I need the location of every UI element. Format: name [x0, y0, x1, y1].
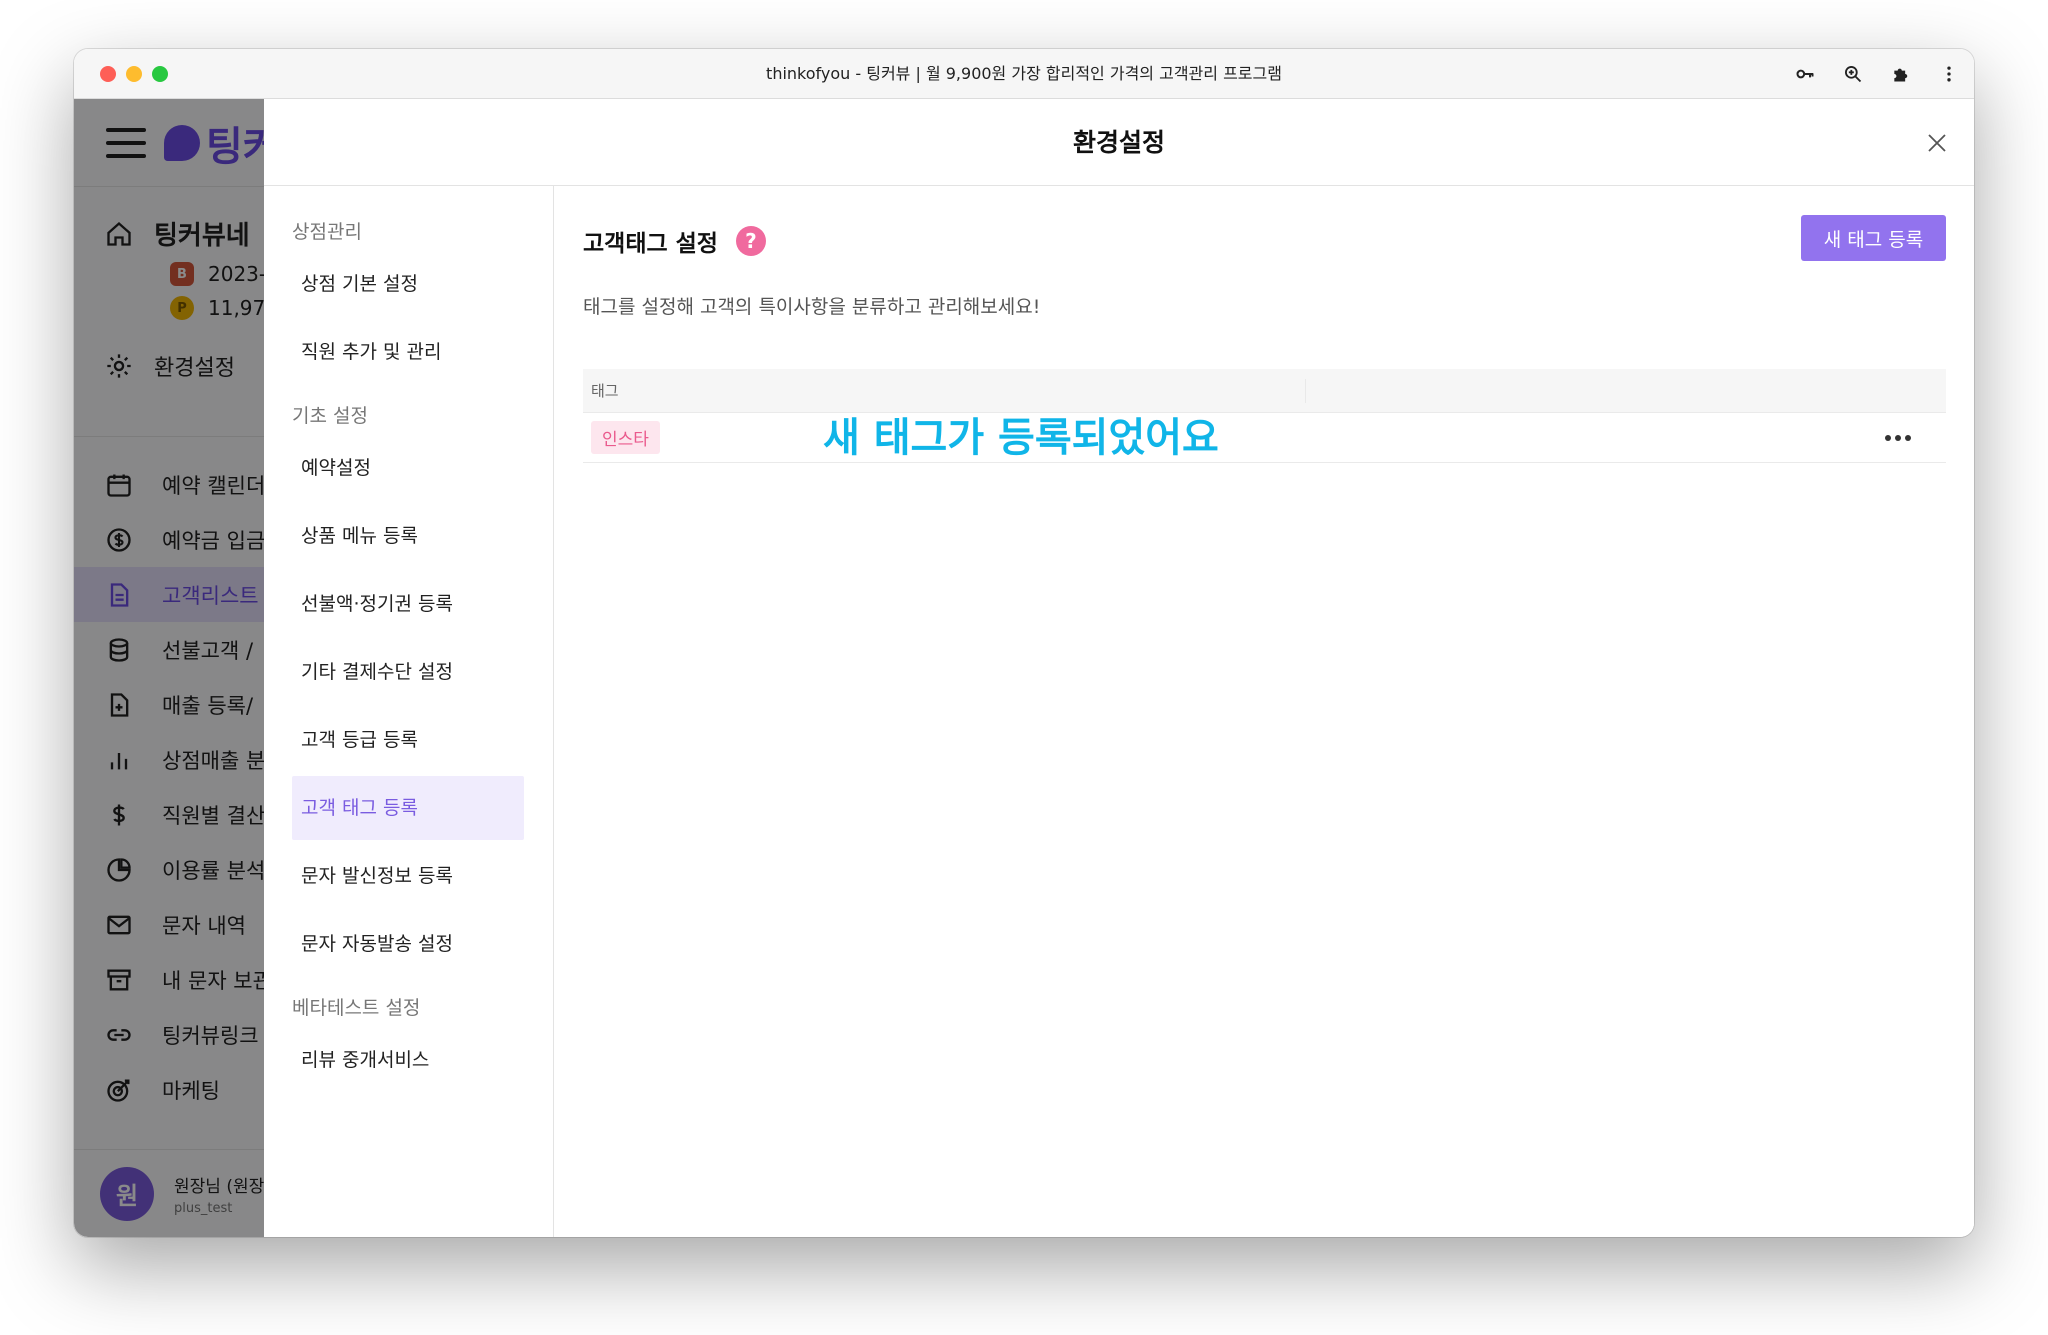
panel-title: 고객태그 설정 — [583, 231, 718, 257]
more-vert-icon[interactable] — [1938, 63, 1960, 85]
settings-item-1-5[interactable]: 고객 태그 등록 — [292, 776, 524, 840]
tag-table: 태그 인스타 새 태그가 등록되었어요 — [583, 369, 1946, 463]
zoom-icon[interactable] — [1842, 63, 1864, 85]
table-row[interactable]: 인스타 새 태그가 등록되었어요 — [583, 413, 1946, 463]
settings-item-1-6[interactable]: 문자 발신정보 등록 — [292, 844, 524, 908]
settings-item-1-1[interactable]: 상품 메뉴 등록 — [292, 504, 524, 568]
settings-item-1-3[interactable]: 기타 결제수단 설정 — [292, 640, 524, 704]
title-bar: thinkofyou - 팅커뷰 | 월 9,900원 가장 합리적인 가격의 … — [74, 49, 1974, 99]
key-icon[interactable] — [1794, 63, 1816, 85]
settings-item-2-0[interactable]: 리뷰 중개서비스 — [292, 1028, 524, 1092]
tag-settings-panel: 고객태그 설정 ? 새 태그 등록 태그를 설정해 고객의 특이사항을 분류하고… — [555, 186, 1974, 1237]
panel-description: 태그를 설정해 고객의 특이사항을 분류하고 관리해보세요! — [583, 296, 1041, 318]
help-icon[interactable]: ? — [735, 226, 766, 256]
settings-item-1-0[interactable]: 예약설정 — [292, 436, 524, 500]
browser-window: thinkofyou - 팅커뷰 | 월 9,900원 가장 합리적인 가격의 … — [74, 49, 1974, 1237]
settings-item-1-7[interactable]: 문자 자동발송 설정 — [292, 912, 524, 976]
settings-section-label: 상점관리 — [292, 221, 362, 243]
settings-section-label: 기초 설정 — [292, 405, 368, 427]
modal-title: 환경설정 — [1072, 128, 1165, 157]
success-toast: 새 태그가 등록되었어요 — [823, 415, 1219, 461]
close-icon[interactable] — [1918, 124, 1956, 162]
settings-section-label: 베타테스트 설정 — [292, 997, 421, 1019]
tag-chip: 인스타 — [591, 421, 660, 454]
settings-nav: 상점관리상점 기본 설정 직원 추가 및 관리기초 설정예약설정 상품 메뉴 등록 선… — [264, 186, 554, 1237]
settings-item-0-0[interactable]: 상점 기본 설정 — [292, 252, 524, 316]
settings-item-1-4[interactable]: 고객 등급 등록 — [292, 708, 524, 772]
extension-icon[interactable] — [1890, 63, 1912, 85]
settings-modal: 환경설정 상점관리상점 기본 설정 직원 추가 및 관리기초 설정예약설정 상품 메… — [264, 99, 1974, 1237]
new-tag-button[interactable]: 새 태그 등록 — [1801, 215, 1946, 261]
settings-item-1-2[interactable]: 선불액·정기권 등록 — [292, 572, 524, 636]
table-header-tag: 태그 — [583, 378, 1306, 403]
window-title: thinkofyou - 팅커뷰 | 월 9,900원 가장 합리적인 가격의 … — [766, 64, 1282, 83]
settings-item-0-1[interactable]: 직원 추가 및 관리 — [292, 320, 524, 384]
more-horizontal-icon[interactable] — [1880, 423, 1916, 453]
